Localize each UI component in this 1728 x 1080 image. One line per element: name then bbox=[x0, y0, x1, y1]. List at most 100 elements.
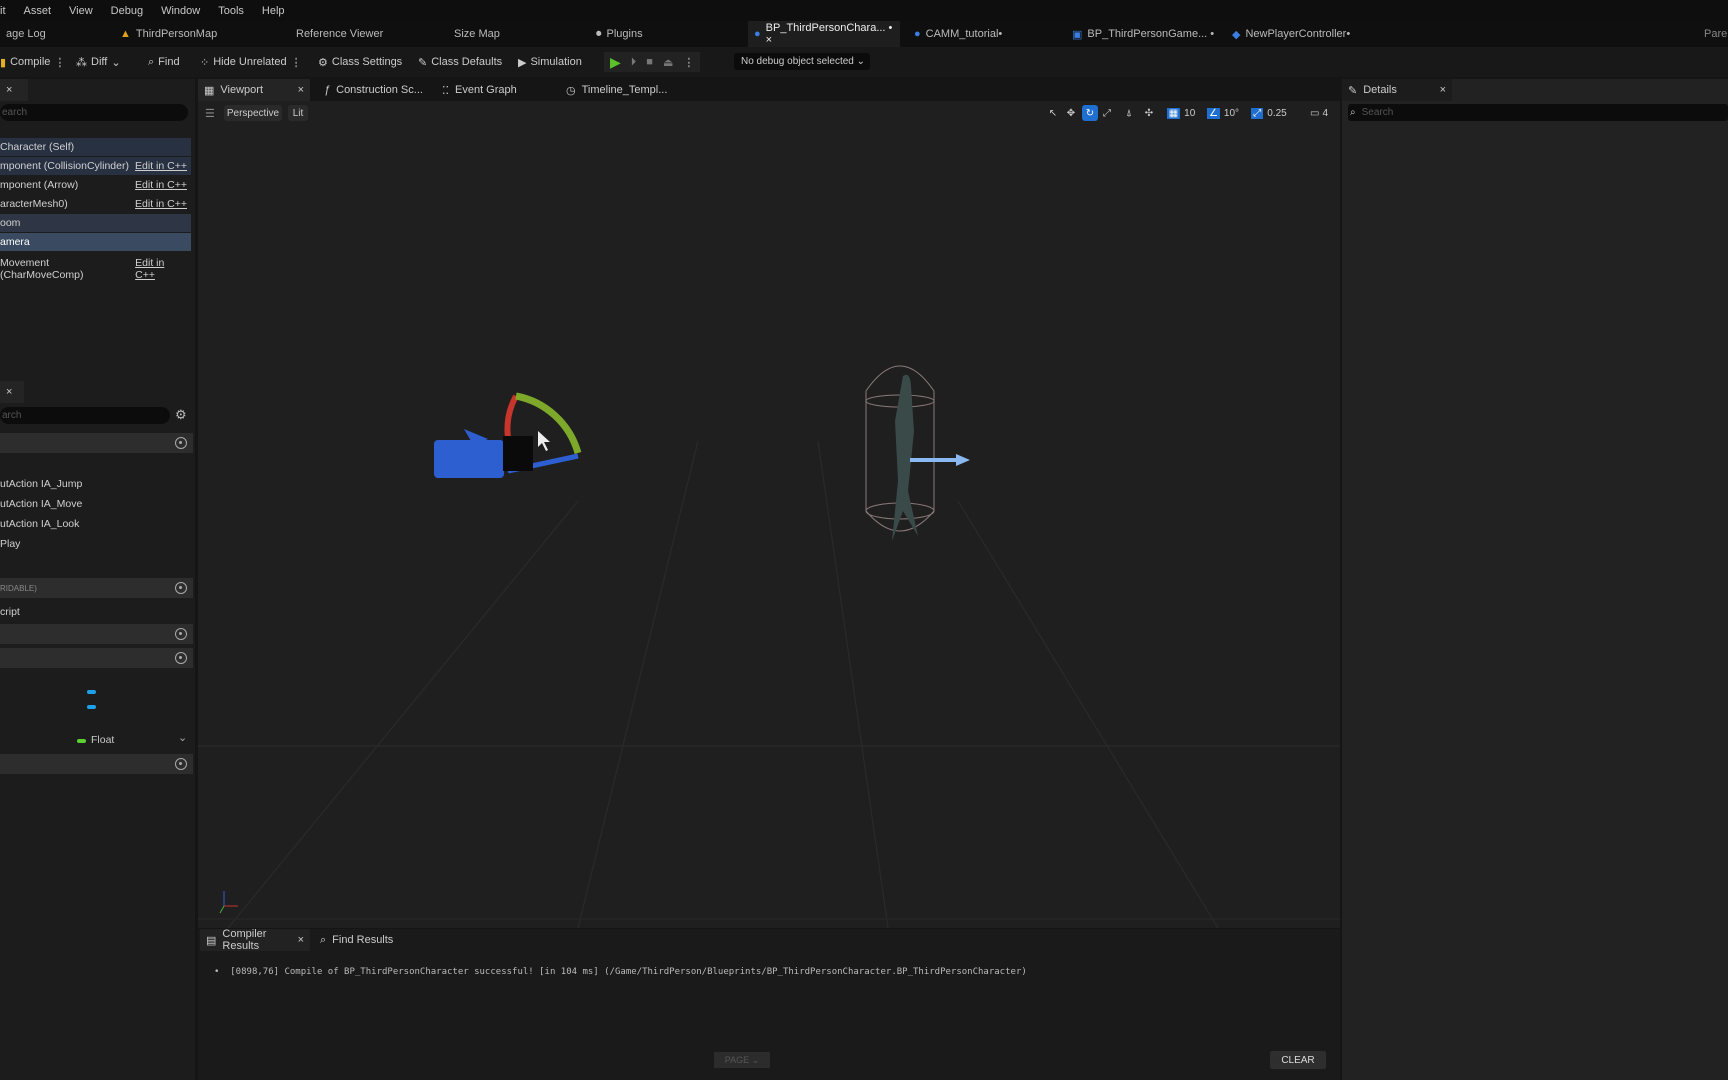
details-tab[interactable]: ✎ Details × bbox=[1342, 79, 1452, 101]
class-settings-button[interactable]: ⚙ Class Settings bbox=[318, 52, 402, 72]
chevron-down-icon[interactable]: ⌄ bbox=[178, 731, 187, 744]
hamburger-menu-icon[interactable]: ☰ bbox=[205, 107, 215, 120]
edit-in-cpp-link[interactable]: Edit in C++ bbox=[135, 257, 187, 281]
rotate-icon[interactable]: ↻ bbox=[1082, 105, 1098, 121]
tab-event-graph[interactable]: ⁚⁚ Event Graph bbox=[436, 79, 523, 101]
add-icon[interactable] bbox=[175, 758, 187, 770]
eject-icon[interactable]: ⏏ bbox=[663, 56, 673, 69]
tab-newplayercontroller[interactable]: ◆ NewPlayerController• bbox=[1226, 21, 1356, 47]
graph-item[interactable]: utAction IA_Jump bbox=[0, 478, 82, 490]
clear-button[interactable]: CLEAR bbox=[1270, 1051, 1326, 1069]
variables-section[interactable] bbox=[0, 648, 193, 668]
world-local-icon[interactable]: ✣ bbox=[1142, 105, 1156, 121]
menu-edit[interactable]: it bbox=[0, 5, 6, 17]
add-icon[interactable] bbox=[175, 437, 187, 449]
tab-bp-thirdpersongamemode[interactable]: ▣ BP_ThirdPersonGame... • bbox=[1066, 21, 1220, 47]
debug-object-select[interactable]: No debug object selected ⌄ bbox=[734, 53, 870, 70]
tab-thirdpersonmap[interactable]: ▲ ThirdPersonMap bbox=[114, 21, 223, 47]
viewport-scene bbox=[198, 365, 1340, 928]
overridable-section[interactable]: RIDABLE) bbox=[0, 578, 193, 598]
rotation-snap-button[interactable]: ∠ 10° bbox=[1204, 105, 1242, 121]
graph-item[interactable]: utAction IA_Look bbox=[0, 518, 79, 530]
play-icon[interactable]: ▶ bbox=[610, 54, 621, 71]
components-search-input[interactable]: earch bbox=[0, 104, 188, 121]
close-icon[interactable]: × bbox=[298, 934, 304, 946]
details-search-input[interactable]: ⌕ Search bbox=[1348, 104, 1728, 121]
select-icon[interactable]: ↖ bbox=[1046, 105, 1060, 121]
close-icon[interactable]: × bbox=[1440, 84, 1446, 96]
menu-window[interactable]: Window bbox=[161, 5, 200, 17]
component-row[interactable]: oom bbox=[0, 214, 191, 232]
float-type-label[interactable]: Float bbox=[91, 734, 114, 746]
menu-asset[interactable]: Asset bbox=[24, 5, 52, 17]
edit-in-cpp-link[interactable]: Edit in C++ bbox=[135, 198, 187, 210]
menu-help[interactable]: Help bbox=[262, 5, 285, 17]
tab-message-log[interactable]: age Log bbox=[0, 21, 52, 47]
add-icon[interactable] bbox=[175, 628, 187, 640]
tab-find-results[interactable]: ⌕ Find Results bbox=[314, 929, 399, 951]
viewport[interactable]: ☰ Perspective Lit ↖ ✥ ↻ ⤢ ⍋ ✣ ▦ 10 ∠ 10° ⤢… bbox=[198, 101, 1340, 928]
translate-icon[interactable]: ✥ bbox=[1064, 105, 1078, 121]
tab-label: BP_ThirdPersonGame... • bbox=[1087, 28, 1215, 40]
my-blueprint-search-input[interactable]: arch bbox=[0, 407, 170, 424]
tab-camm-tutorial[interactable]: ● CAMM_tutorial• bbox=[908, 21, 1008, 47]
menu-debug[interactable]: Debug bbox=[111, 5, 143, 17]
component-row[interactable]: Movement (CharMoveComp) Edit in C++ bbox=[0, 257, 191, 281]
tab-compiler-results[interactable]: ▤ Compiler Results × bbox=[200, 928, 310, 952]
tab-bp-thirdpersoncharacter[interactable]: ● BP_ThirdPersonChara... • × bbox=[748, 21, 900, 47]
step-icon[interactable]: ⏵ bbox=[631, 56, 637, 69]
script-item[interactable]: cript bbox=[0, 606, 20, 618]
component-row[interactable]: mponent (CollisionCylinder) Edit in C++ bbox=[0, 157, 191, 175]
event-dispatchers-section[interactable] bbox=[0, 754, 193, 774]
graph-item[interactable]: Play bbox=[0, 538, 20, 550]
tab-plugins[interactable]: ⏺ Plugins bbox=[590, 21, 649, 47]
graphs-section[interactable] bbox=[0, 433, 193, 453]
component-row[interactable]: mponent (Arrow) Edit in C++ bbox=[0, 176, 191, 194]
tab-label: Reference Viewer bbox=[296, 28, 384, 40]
close-icon[interactable]: × bbox=[6, 84, 12, 96]
tab-viewport[interactable]: ▦ Viewport × bbox=[198, 79, 310, 101]
components-tab[interactable]: × bbox=[0, 79, 28, 101]
component-row[interactable]: Character (Self) bbox=[0, 138, 191, 156]
close-icon[interactable]: × bbox=[298, 84, 304, 96]
menu-tools[interactable]: Tools bbox=[218, 5, 244, 17]
scale-snap-button[interactable]: ⤢ 0.25 bbox=[1248, 105, 1290, 121]
my-blueprint-tab[interactable]: × bbox=[0, 381, 24, 403]
camera-speed-button[interactable]: ▭ 4 bbox=[1306, 105, 1332, 121]
component-row[interactable]: aracterMesh0) Edit in C++ bbox=[0, 195, 191, 213]
macros-section[interactable] bbox=[0, 624, 193, 644]
tab-reference-viewer[interactable]: Reference Viewer bbox=[290, 21, 389, 47]
surface-snap-icon[interactable]: ⍋ bbox=[1122, 105, 1136, 121]
simulation-button[interactable]: ▶ Simulation bbox=[518, 52, 582, 72]
class-defaults-button[interactable]: ✎ Class Defaults bbox=[418, 52, 502, 72]
component-row[interactable]: amera bbox=[0, 233, 191, 251]
edit-in-cpp-link[interactable]: Edit in C++ bbox=[135, 179, 187, 191]
add-icon[interactable] bbox=[175, 652, 187, 664]
add-icon[interactable] bbox=[175, 582, 187, 594]
compile-icon: ▮ bbox=[0, 56, 7, 69]
scale-snap-value: 0.25 bbox=[1267, 107, 1287, 119]
compile-options-icon[interactable]: ⋮ bbox=[54, 56, 65, 69]
edit-in-cpp-link[interactable]: Edit in C++ bbox=[135, 160, 187, 172]
graph-item[interactable]: utAction IA_Move bbox=[0, 498, 82, 510]
grid-snap-button[interactable]: ▦ 10 bbox=[1164, 105, 1198, 121]
lit-button[interactable]: Lit bbox=[288, 105, 308, 121]
more-icon[interactable]: ⋮ bbox=[291, 56, 302, 69]
scale-icon[interactable]: ⤢ bbox=[1100, 105, 1114, 121]
play-options-icon[interactable]: ⋮ bbox=[683, 56, 694, 69]
camera-speed-value: 4 bbox=[1322, 107, 1328, 119]
tab-construction-script[interactable]: ƒ Construction Sc... bbox=[318, 79, 429, 101]
close-icon[interactable]: × bbox=[6, 386, 12, 398]
perspective-button[interactable]: Perspective bbox=[224, 105, 282, 121]
menu-view[interactable]: View bbox=[69, 5, 93, 17]
tab-size-map[interactable]: Size Map bbox=[448, 21, 506, 47]
gear-icon[interactable]: ⚙ bbox=[175, 407, 187, 423]
find-button[interactable]: ⌕ Find bbox=[148, 52, 180, 72]
compile-button[interactable]: ▮ Compile ⋮ bbox=[0, 52, 65, 72]
gear-icon: ⚙ bbox=[318, 56, 328, 69]
diff-button[interactable]: ⁂ Diff ⌄ bbox=[76, 52, 121, 72]
stop-icon[interactable]: ■ bbox=[646, 56, 653, 68]
page-button[interactable]: PAGE ⌄ bbox=[714, 1052, 770, 1068]
hide-unrelated-button[interactable]: ⁘ Hide Unrelated ⋮ bbox=[200, 52, 302, 72]
tab-timeline[interactable]: ◷ Timeline_Templ... bbox=[560, 79, 673, 101]
